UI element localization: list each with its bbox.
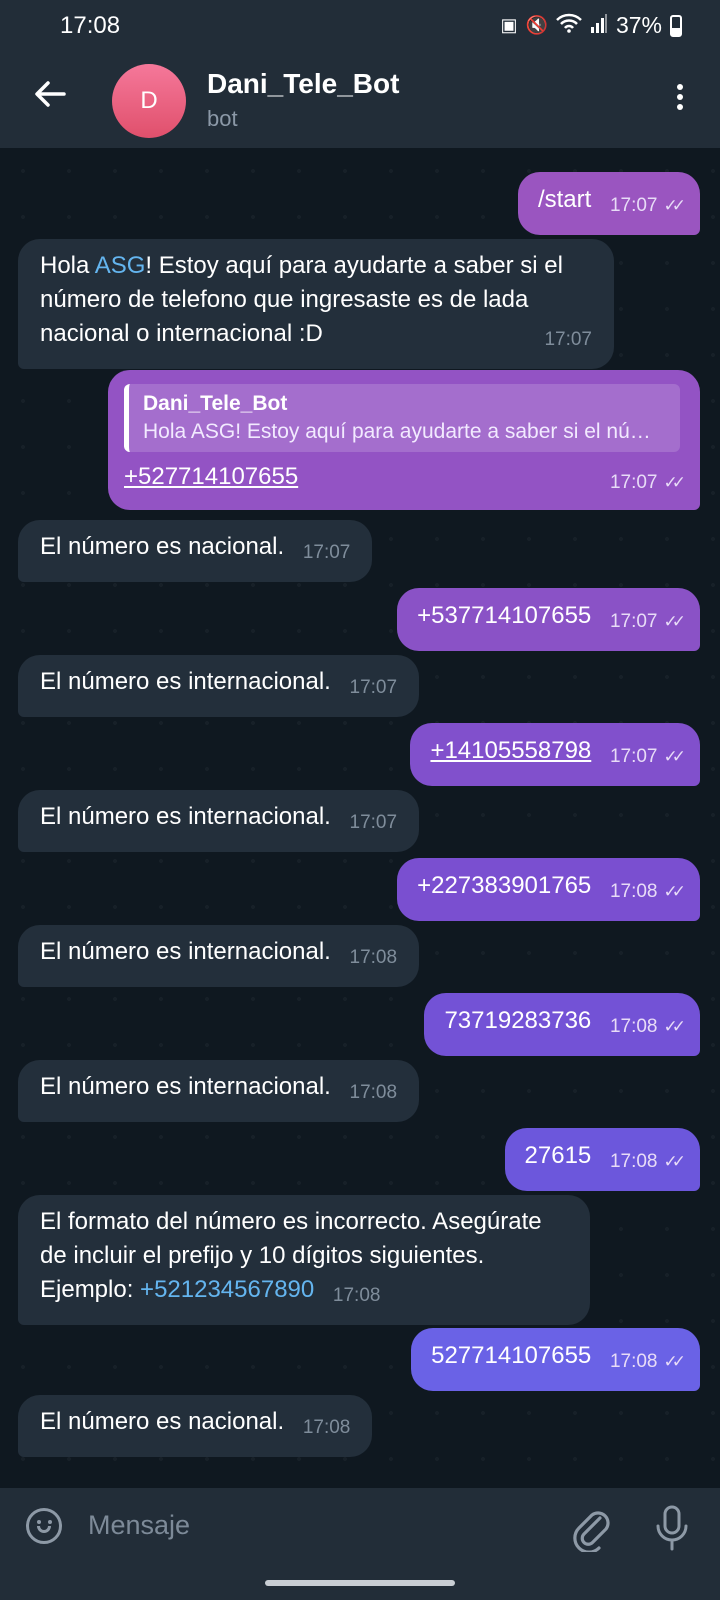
message-text: El número es nacional.: [40, 1408, 285, 1435]
message-text: El número es internacional.: [40, 803, 331, 830]
reply-quote[interactable]: Dani_Tele_Bot Hola ASG! Estoy aquí para …: [124, 384, 680, 452]
message-out[interactable]: +537714107655 17:07 ✓✓: [397, 588, 700, 651]
message-time: 17:08: [332, 1285, 381, 1306]
phone-link[interactable]: +527714107655: [124, 463, 298, 490]
message-time: 17:08 ✓✓: [609, 1016, 686, 1037]
message-text: El número es nacional.: [40, 533, 285, 560]
message-text: /start: [537, 186, 592, 213]
message-time: 17:07: [349, 812, 398, 833]
microphone-icon[interactable]: [654, 1504, 690, 1552]
message-time: 17:07: [544, 329, 592, 350]
message-time: 17:08: [349, 1082, 398, 1103]
reply-sender: Dani_Tele_Bot: [143, 392, 288, 415]
home-gesture-bar[interactable]: [265, 1580, 455, 1586]
chat-header: D Dani_Tele_Bot bot: [0, 52, 720, 148]
message-time: 17:07 ✓✓: [609, 746, 686, 767]
message-text: +227383901765: [417, 872, 592, 899]
message-out[interactable]: +14105558798 17:07 ✓✓: [410, 723, 700, 786]
message-text: 527714107655: [431, 1342, 592, 1369]
message-time: 17:08 ✓✓: [609, 1151, 686, 1172]
double-check-icon: ✓✓: [663, 1352, 686, 1371]
message-text: El número es internacional.: [40, 668, 331, 695]
double-check-icon: ✓✓: [663, 612, 686, 631]
double-check-icon: ✓✓: [663, 196, 686, 215]
avatar[interactable]: D: [112, 64, 186, 138]
message-time: 17:08 ✓✓: [609, 881, 686, 902]
message-time: 17:08 ✓✓: [609, 1351, 686, 1372]
message-time: 17:07 ✓✓: [609, 195, 686, 216]
message-in[interactable]: Hola ASG! Estoy aquí para ayudarte a sab…: [18, 239, 614, 369]
double-check-icon: ✓✓: [663, 1152, 686, 1171]
phone-link[interactable]: +521234567890: [140, 1276, 314, 1303]
message-in[interactable]: El formato del número es incorrecto. Ase…: [18, 1195, 590, 1325]
message-time: 17:08: [349, 947, 398, 968]
battery-icon: [670, 14, 682, 37]
message-in[interactable]: El número es nacional. 17:08: [18, 1395, 373, 1457]
message-input[interactable]: Mensaje: [88, 1510, 190, 1541]
back-arrow-icon[interactable]: [28, 76, 72, 120]
status-bar: 17:08 ▣ 🔇 37%: [0, 0, 720, 52]
message-out-reply[interactable]: Dani_Tele_Bot Hola ASG! Estoy aquí para …: [108, 370, 700, 510]
signal-icon: [590, 13, 608, 38]
message-text: 27615: [524, 1142, 592, 1169]
message-time: 17:07: [302, 542, 351, 563]
message-text: El número es internacional.: [40, 938, 331, 965]
message-in[interactable]: El número es internacional. 17:08: [18, 1060, 420, 1122]
double-check-icon: ✓✓: [663, 747, 686, 766]
double-check-icon: ✓✓: [663, 1017, 686, 1036]
chat-subtitle: bot: [207, 106, 238, 131]
message-text: El número es internacional.: [40, 1073, 331, 1100]
wifi-icon: [556, 13, 582, 38]
message-out[interactable]: +227383901765 17:08 ✓✓: [397, 858, 700, 921]
notification-icon: ▣: [500, 15, 518, 35]
message-in[interactable]: El número es internacional. 17:07: [18, 655, 420, 717]
message-text: +537714107655: [417, 602, 592, 629]
double-check-icon: ✓✓: [663, 882, 686, 901]
message-time: 17:07 ✓✓: [609, 472, 686, 493]
message-in[interactable]: El número es nacional. 17:07: [18, 520, 373, 582]
mute-icon: 🔇: [525, 15, 548, 35]
message-text: 73719283736: [444, 1007, 592, 1034]
message-text: Hola: [40, 252, 95, 279]
message-list[interactable]: /start 17:07 ✓✓ Hola ASG! Estoy aquí para…: [0, 148, 720, 1488]
reply-preview: Hola ASG! Estoy aquí para ayudarte a sab…: [143, 420, 668, 443]
status-icons: ▣ 🔇 37%: [501, 12, 682, 39]
phone-link[interactable]: +14105558798: [430, 737, 591, 764]
double-check-icon: ✓✓: [663, 473, 686, 492]
emoji-icon[interactable]: [26, 1508, 62, 1544]
attach-icon[interactable]: [570, 1504, 614, 1554]
status-time: 17:08: [60, 12, 121, 39]
message-in[interactable]: El número es internacional. 17:08: [18, 925, 420, 987]
message-composer: Mensaje: [0, 1488, 720, 1570]
message-time: 17:07: [349, 677, 398, 698]
message-out[interactable]: 27615 17:08 ✓✓: [504, 1128, 700, 1191]
battery-percent: 37%: [615, 12, 662, 38]
mention-link[interactable]: ASG: [95, 252, 146, 279]
message-out[interactable]: 527714107655 17:08 ✓✓: [411, 1328, 700, 1391]
message-time: 17:07 ✓✓: [609, 611, 686, 632]
message-out[interactable]: 73719283736 17:08 ✓✓: [424, 993, 700, 1056]
message-out[interactable]: /start 17:07 ✓✓: [517, 172, 700, 235]
more-options-icon[interactable]: [670, 80, 690, 120]
chat-title[interactable]: Dani_Tele_Bot: [207, 68, 399, 100]
system-nav-bar: [0, 1570, 720, 1600]
message-time: 17:08: [302, 1417, 351, 1438]
message-in[interactable]: El número es internacional. 17:07: [18, 790, 420, 852]
